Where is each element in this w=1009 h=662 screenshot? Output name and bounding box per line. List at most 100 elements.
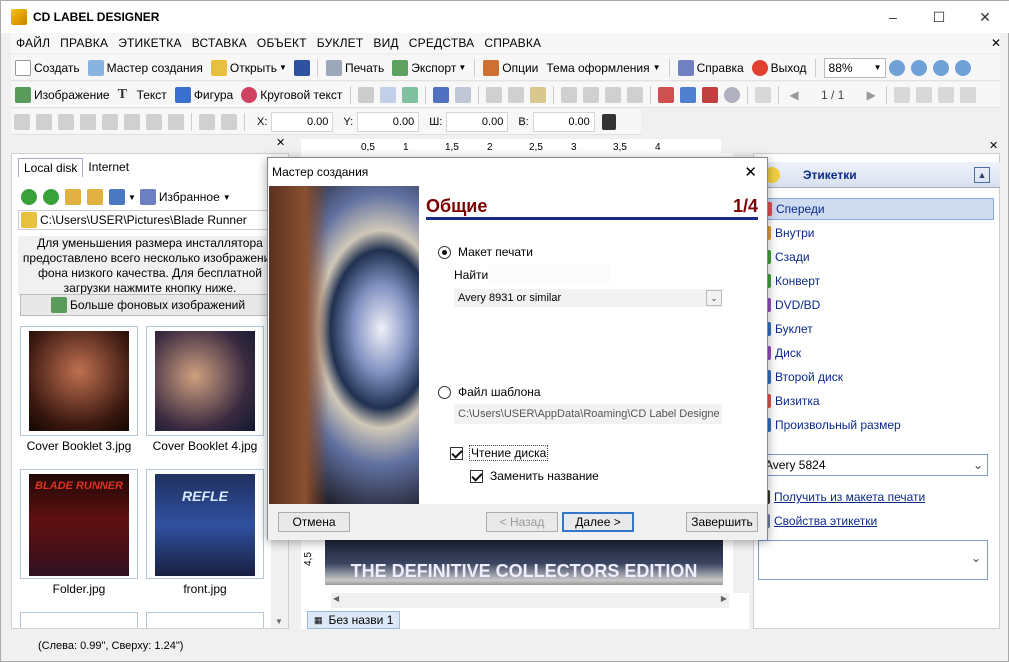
- delete-icon[interactable]: [358, 86, 375, 103]
- size-icon[interactable]: [168, 113, 184, 130]
- mirror-icon[interactable]: [959, 86, 976, 103]
- label-type-item[interactable]: DVD/BD: [762, 294, 994, 316]
- rotate-right-icon[interactable]: [915, 86, 932, 103]
- send-back-icon[interactable]: [221, 113, 237, 130]
- export-button[interactable]: Экспорт ▼: [388, 57, 470, 79]
- lock-aspect-icon[interactable]: [601, 113, 616, 130]
- print-button[interactable]: Печать: [322, 57, 388, 79]
- tab-internet[interactable]: Internet: [83, 158, 134, 177]
- zoom-in-icon[interactable]: [888, 59, 905, 76]
- exit-button[interactable]: Выход: [748, 57, 811, 79]
- align-center-icon[interactable]: [36, 113, 52, 130]
- rotate-left-icon[interactable]: [893, 86, 910, 103]
- scroll-right-icon[interactable]: ▶: [721, 594, 727, 603]
- align-bottom-icon[interactable]: [124, 113, 140, 130]
- label-type-item[interactable]: Произвольный размер: [762, 414, 994, 436]
- insert-text-button[interactable]: T Текст: [114, 84, 171, 106]
- thumbnail[interactable]: REFLE: [146, 469, 264, 579]
- menu-file[interactable]: ФАЙЛ: [11, 36, 55, 50]
- help-button[interactable]: Справка: [674, 57, 748, 79]
- distribute-icon[interactable]: [146, 113, 162, 130]
- panel-close-icon[interactable]: ✕: [276, 136, 285, 149]
- label-type-item[interactable]: Буклет: [762, 318, 994, 340]
- menu-label[interactable]: ЭТИКЕТКА: [113, 36, 187, 50]
- scroll-down-icon[interactable]: ▼: [275, 617, 283, 626]
- y-field[interactable]: 0.00: [357, 111, 420, 132]
- save-icon[interactable]: [293, 59, 310, 76]
- canvas-h-scrollbar[interactable]: ◀ ▶: [331, 593, 729, 608]
- table-icon[interactable]: [702, 86, 719, 103]
- wizard-button[interactable]: Мастер создания: [84, 57, 207, 79]
- minimize-button[interactable]: –: [870, 1, 916, 33]
- thumbnail[interactable]: [146, 612, 264, 628]
- label-type-item[interactable]: Конверт: [762, 270, 994, 292]
- open-button[interactable]: Открыть ▼: [207, 57, 291, 79]
- label-preview-banner[interactable]: THE DEFINITIVE COLLECTORS EDITION: [325, 537, 723, 585]
- create-button[interactable]: Создать: [11, 57, 84, 79]
- menu-close-icon[interactable]: ✕: [991, 36, 1001, 50]
- group-icon[interactable]: [583, 86, 600, 103]
- thumbnail[interactable]: [146, 326, 264, 436]
- thumbnail[interactable]: BLADE RUNNER: [20, 469, 138, 579]
- collapse-icon[interactable]: ▲: [974, 167, 990, 183]
- prev-page-icon[interactable]: ◀: [789, 88, 798, 102]
- zoom-out-icon[interactable]: [910, 59, 927, 76]
- select-all-icon[interactable]: [561, 86, 578, 103]
- canvas-close-icon[interactable]: ✕: [989, 139, 998, 152]
- insert-circular-text-button[interactable]: Круговой текст: [237, 84, 346, 106]
- finish-button[interactable]: Завершить: [686, 512, 758, 532]
- next-page-icon[interactable]: ▶: [867, 88, 876, 102]
- thumbnail[interactable]: [20, 612, 138, 628]
- width-field[interactable]: 0.00: [446, 111, 509, 132]
- read-disc-checkbox[interactable]: Чтение диска: [450, 445, 549, 461]
- template-path-field[interactable]: C:\Users\USER\AppData\Roaming\CD Label D…: [454, 404, 722, 424]
- search-input[interactable]: [488, 264, 610, 284]
- radio-template-file[interactable]: Файл шаблона: [438, 385, 541, 399]
- layers-icon[interactable]: [402, 86, 419, 103]
- menu-edit[interactable]: ПРАВКА: [55, 36, 113, 50]
- document-tab[interactable]: ▦ Без назви 1: [307, 611, 401, 629]
- label-type-item[interactable]: Диск: [762, 342, 994, 364]
- flip-icon[interactable]: [937, 86, 954, 103]
- screen-icon[interactable]: [755, 86, 772, 103]
- scroll-left-icon[interactable]: ◀: [333, 594, 339, 603]
- insert-shape-button[interactable]: Фигура: [171, 84, 237, 106]
- align-middle-icon[interactable]: [102, 113, 118, 130]
- height-field[interactable]: 0.00: [532, 111, 595, 132]
- replace-name-checkbox[interactable]: Заменить название: [470, 469, 599, 483]
- text-list-icon[interactable]: [680, 86, 697, 103]
- zoom-page-icon[interactable]: [954, 59, 971, 76]
- insert-image-button[interactable]: Изображение: [11, 84, 114, 106]
- menu-help[interactable]: СПРАВКА: [479, 36, 546, 50]
- dialog-close-icon[interactable]: ✕: [744, 163, 757, 181]
- tab-local-disk[interactable]: Local disk: [18, 158, 84, 177]
- get-from-layout-link[interactable]: Получить из макета печати: [762, 486, 994, 508]
- more-backgrounds-button[interactable]: Больше фоновых изображений: [20, 294, 276, 316]
- menu-object[interactable]: ОБЪЕКТ: [252, 36, 312, 50]
- close-window-button[interactable]: ✕: [962, 1, 1008, 33]
- menu-booklet[interactable]: БУКЛЕТ: [312, 36, 369, 50]
- home-icon[interactable]: [65, 189, 81, 205]
- forward-icon[interactable]: [43, 189, 59, 205]
- label-type-item[interactable]: Спереди: [762, 198, 994, 220]
- properties-icon[interactable]: [380, 86, 397, 103]
- options-button[interactable]: Опции: [479, 57, 542, 79]
- paste-icon[interactable]: [530, 86, 547, 103]
- layout-select[interactable]: Avery 8931 or similar ⌄: [454, 289, 722, 307]
- path-field[interactable]: C:\Users\USER\Pictures\Blade Runner: [18, 210, 282, 230]
- cut-icon[interactable]: [486, 86, 503, 103]
- label-type-item[interactable]: Визитка: [762, 390, 994, 412]
- disc-icon[interactable]: [724, 86, 741, 103]
- thumbnail[interactable]: [20, 326, 138, 436]
- lock-icon[interactable]: [627, 86, 644, 103]
- label-type-item[interactable]: Второй диск: [762, 366, 994, 388]
- align-top-icon[interactable]: [80, 113, 96, 130]
- folder-up-icon[interactable]: [87, 189, 103, 205]
- ungroup-icon[interactable]: [605, 86, 622, 103]
- x-field[interactable]: 0.00: [271, 111, 334, 132]
- back-button[interactable]: < Назад: [486, 512, 558, 532]
- clipboard-icon[interactable]: [658, 86, 675, 103]
- redo-icon[interactable]: [455, 86, 472, 103]
- menu-insert[interactable]: ВСТАВКА: [187, 36, 252, 50]
- label-properties-link[interactable]: Свойства этикетки: [762, 510, 994, 532]
